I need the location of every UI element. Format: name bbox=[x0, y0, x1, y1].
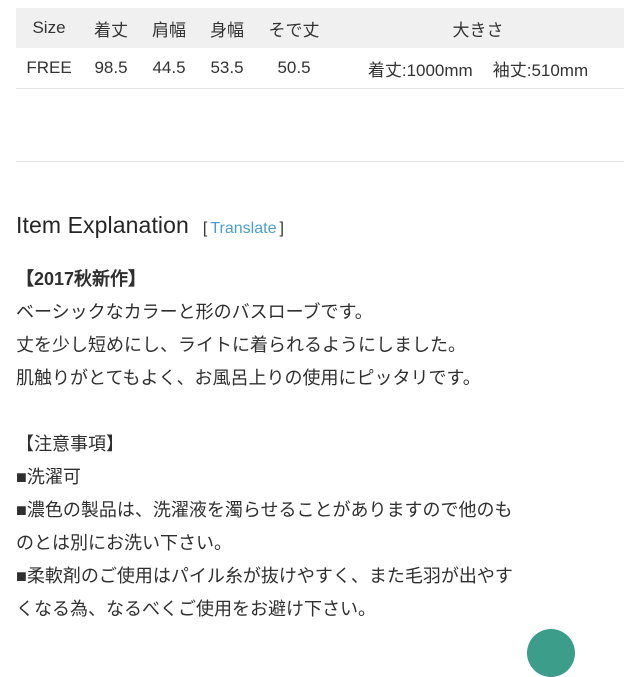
notes-line-5: くなる為、なるべくご使用をお避け下さい。 bbox=[16, 599, 376, 619]
description-heading: 【2017秋新作】 bbox=[16, 269, 147, 289]
item-description: 【2017秋新作】 ベーシックなカラーと形のバスローブです。 丈を少し短めにし、… bbox=[16, 263, 624, 626]
cell-shoulder: 44.5 bbox=[140, 48, 198, 88]
notes-line-3: のとは別にお洗い下さい。 bbox=[16, 533, 232, 553]
column-header-shoulder: 肩幅 bbox=[152, 20, 186, 40]
column-header-sleeve: そで丈 bbox=[268, 20, 320, 40]
column-header-size: Size bbox=[32, 18, 66, 37]
notes-line-1: ■洗濯可 bbox=[16, 467, 81, 487]
notes-line-2: ■濃色の製品は、洗濯液を濁らせることがありますので他のも bbox=[16, 500, 513, 520]
column-header-size-big: 大きさ bbox=[452, 20, 504, 40]
divider-lower bbox=[16, 161, 624, 162]
cell-size-big-sleeve: 袖丈:510mm bbox=[492, 60, 589, 80]
translate-group: [Translate] bbox=[203, 220, 284, 238]
cell-sleeve: 50.5 bbox=[256, 48, 332, 88]
description-line-2: 丈を少し短めにし、ライトに着られるようにしました。 bbox=[16, 335, 466, 355]
description-line-3: 肌触りがとてもよく、お風呂上りの使用にピッタリです。 bbox=[16, 368, 481, 388]
cell-size: FREE bbox=[16, 48, 82, 88]
item-explanation-header: Item Explanation [Translate] bbox=[16, 212, 284, 239]
translate-link[interactable]: Translate bbox=[207, 220, 279, 237]
size-table-container: Size 着丈 肩幅 身幅 そで丈 大きさ FREE 98.5 44.5 53.… bbox=[16, 8, 624, 88]
size-table-body: FREE 98.5 44.5 53.5 50.5 着丈:1000mm 袖丈:510… bbox=[16, 48, 624, 88]
cell-length: 98.5 bbox=[82, 48, 140, 88]
cell-size-big: 着丈:1000mm 袖丈:510mm bbox=[332, 48, 624, 88]
size-table: Size 着丈 肩幅 身幅 そで丈 大きさ FREE 98.5 44.5 53.… bbox=[16, 8, 624, 88]
page-title: Item Explanation bbox=[16, 212, 189, 238]
table-row: FREE 98.5 44.5 53.5 50.5 着丈:1000mm 袖丈:510… bbox=[16, 48, 624, 88]
size-table-head: Size 着丈 肩幅 身幅 そで丈 大きさ bbox=[16, 8, 624, 48]
column-header-chest: 身幅 bbox=[210, 20, 244, 40]
cell-size-big-length: 着丈:1000mm bbox=[367, 60, 473, 80]
notes-heading: 【注意事項】 bbox=[16, 434, 124, 454]
description-line-1: ベーシックなカラーと形のバスローブです。 bbox=[16, 302, 373, 322]
floating-action-button[interactable] bbox=[527, 629, 575, 677]
divider-upper bbox=[16, 88, 624, 89]
table-header-row: Size 着丈 肩幅 身幅 そで丈 大きさ bbox=[16, 8, 624, 48]
column-header-length: 着丈 bbox=[94, 20, 128, 40]
cell-chest: 53.5 bbox=[198, 48, 256, 88]
bracket-close: ] bbox=[279, 220, 284, 237]
notes-line-4: ■柔軟剤のご使用はパイル糸が抜けやすく、また毛羽が出やす bbox=[16, 566, 513, 586]
